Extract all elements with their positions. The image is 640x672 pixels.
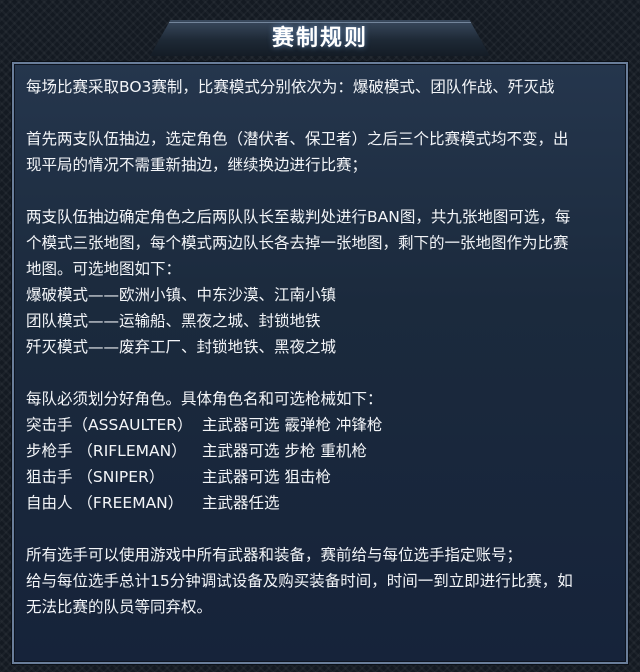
role-weapons: 主武器可选 步枪 重机枪 — [202, 442, 367, 460]
equipment-line: 给与每位选手总计15分钟调试设备及购买装备时间，时间一到立即进行比赛，如 — [26, 572, 573, 590]
intro-text: 每场比赛采取BO3赛制，比赛模式分别依次为：爆破模式、团队作战、歼灭战 — [26, 78, 555, 96]
role-row: 步枪手 （RIFLEMAN） 主武器可选 步枪 重机枪 — [26, 438, 616, 464]
pick-rule-line: 首先两支队伍抽边，选定角色（潜伏者、保卫者）之后三个比赛模式均不变，出 — [26, 130, 569, 148]
role-row: 自由人 （FREEMAN） 主武器任选 — [26, 490, 616, 516]
ban-rule-line: 个模式三张地图，每个模式两边队长各去掉一张地图，剩下的一张地图作为比赛 — [26, 234, 569, 252]
role-name: 自由人 （FREEMAN） — [26, 494, 184, 512]
map-list-item: 歼灭模式——废弃工厂、封锁地铁、黑夜之城 — [26, 338, 337, 356]
role-name: 狙击手 （SNIPER） — [26, 468, 165, 486]
role-weapons: 主武器可选 霰弹枪 冲锋枪 — [202, 416, 383, 434]
page-title: 赛制规则 — [271, 26, 368, 51]
page-frame: 赛制规则 每场比赛采取BO3赛制，比赛模式分别依次为：爆破模式、团队作战、歼灭战… — [0, 0, 640, 672]
role-weapons: 主武器可选 狙击枪 — [202, 468, 331, 486]
ban-rule-line: 地图。可选地图如下： — [26, 260, 182, 278]
role-name: 步枪手 （RIFLEMAN） — [26, 442, 187, 460]
role-name: 突击手（ASSAULTER） — [26, 416, 193, 434]
role-row: 突击手（ASSAULTER） 主武器可选 霰弹枪 冲锋枪 — [26, 412, 616, 438]
rules-content: 每场比赛采取BO3赛制，比赛模式分别依次为：爆破模式、团队作战、歼灭战 首先两支… — [26, 74, 616, 620]
rules-panel: 每场比赛采取BO3赛制，比赛模式分别依次为：爆破模式、团队作战、歼灭战 首先两支… — [12, 62, 628, 664]
role-row: 狙击手 （SNIPER） 主武器可选 狙击枪 — [26, 464, 616, 490]
pick-rule-line: 现平局的情况不需重新抽边，继续换边进行比赛； — [26, 156, 368, 174]
equipment-line: 所有选手可以使用游戏中所有武器和装备，赛前给与每位选手指定账号； — [26, 546, 523, 564]
map-list-item: 团队模式——运输船、黑夜之城、封锁地铁 — [26, 312, 321, 330]
header: 赛制规则 — [0, 0, 640, 62]
map-list-item: 爆破模式——欧洲小镇、中东沙漠、江南小镇 — [26, 286, 337, 304]
roles-intro: 每队必须划分好角色。具体角色名和可选枪械如下： — [26, 390, 383, 408]
equipment-line: 无法比赛的队员等同弃权。 — [26, 598, 213, 616]
ban-rule-line: 两支队伍抽边确定角色之后两队队长至裁判处进行BAN图，共九张地图可选，每 — [26, 208, 571, 226]
role-weapons: 主武器任选 — [202, 494, 280, 512]
